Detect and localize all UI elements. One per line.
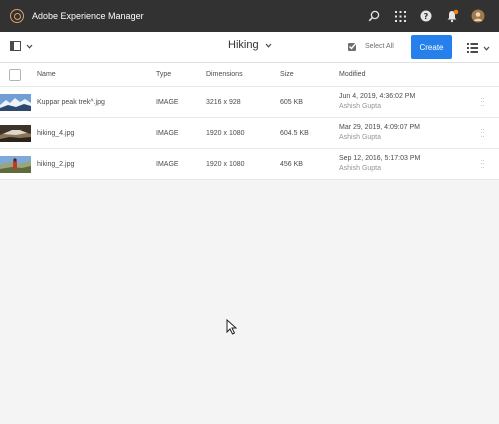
asset-thumbnail[interactable] (0, 156, 31, 173)
asset-size: 456 KB (280, 161, 303, 168)
table-row[interactable]: Kuppar peak trek^.jpg IMAGE 3216 x 928 6… (0, 87, 499, 118)
asset-name[interactable]: Kuppar peak trek^.jpg (37, 99, 105, 106)
chevron-down-icon (265, 43, 272, 48)
column-header-size[interactable]: Size (280, 71, 294, 78)
drag-handle-icon[interactable] (481, 129, 485, 138)
side-panel-icon (10, 41, 21, 51)
asset-size: 605 KB (280, 99, 303, 106)
view-switcher[interactable] (467, 43, 490, 53)
select-all-button[interactable]: Select All (347, 41, 394, 52)
asset-dimensions: 1920 x 1080 (206, 130, 245, 137)
table-row[interactable]: hiking_4.jpg IMAGE 1920 x 1080 604.5 KB … (0, 118, 499, 149)
asset-modified: Sep 12, 2016, 5:17:03 PM Ashish Gupta (339, 155, 420, 172)
chevron-down-icon (483, 46, 490, 51)
table-row[interactable]: hiking_2.jpg IMAGE 1920 x 1080 456 KB Se… (0, 149, 499, 180)
create-button[interactable]: Create (411, 35, 452, 59)
modified-by: Ashish Gupta (339, 103, 382, 110)
modified-by: Ashish Gupta (339, 165, 382, 172)
table-header: Name Type Dimensions Size Modified (0, 63, 499, 87)
asset-dimensions: 1920 x 1080 (206, 161, 245, 168)
rail-toggle-button[interactable] (10, 41, 33, 51)
modified-date: Jun 4, 2019, 4:36:02 PM (339, 93, 416, 100)
aem-logo-icon[interactable] (10, 9, 24, 23)
shell-header: Adobe Experience Manager ? (0, 0, 499, 32)
column-header-modified[interactable]: Modified (339, 71, 365, 78)
column-header-dimensions[interactable]: Dimensions (206, 71, 243, 78)
asset-modified: Mar 29, 2019, 4:09:07 PM Ashish Gupta (339, 124, 420, 141)
drag-handle-icon[interactable] (481, 98, 485, 107)
asset-size: 604.5 KB (280, 130, 309, 137)
asset-list-table: Name Type Dimensions Size Modified Kuppa… (0, 63, 499, 180)
mouse-cursor-icon (226, 319, 237, 335)
checkbox-icon (348, 42, 358, 51)
folder-title-menu[interactable]: Hiking (228, 39, 272, 51)
shell-actions: ? (361, 0, 491, 32)
chevron-down-icon (26, 44, 33, 49)
modified-date: Mar 29, 2019, 4:09:07 PM (339, 124, 420, 131)
svg-text:?: ? (424, 12, 429, 21)
asset-type: IMAGE (156, 161, 179, 168)
select-all-checkbox[interactable] (9, 69, 21, 81)
asset-type: IMAGE (156, 130, 179, 137)
app-title[interactable]: Adobe Experience Manager (32, 11, 144, 21)
search-icon[interactable] (361, 0, 387, 32)
solutions-grid-icon[interactable] (387, 0, 413, 32)
asset-dimensions: 3216 x 928 (206, 99, 241, 106)
asset-thumbnail[interactable] (0, 125, 31, 142)
notifications-icon[interactable] (439, 0, 465, 32)
drag-handle-icon[interactable] (481, 160, 485, 169)
help-icon[interactable]: ? (413, 0, 439, 32)
column-header-type[interactable]: Type (156, 71, 171, 78)
asset-type: IMAGE (156, 99, 179, 106)
asset-name[interactable]: hiking_4.jpg (37, 130, 74, 137)
select-all-label: Select All (365, 43, 394, 50)
asset-name[interactable]: hiking_2.jpg (37, 161, 74, 168)
asset-modified: Jun 4, 2019, 4:36:02 PM Ashish Gupta (339, 93, 415, 110)
column-header-name[interactable]: Name (37, 71, 56, 78)
page-title: Hiking (228, 39, 259, 51)
user-avatar-icon[interactable] (465, 0, 491, 32)
modified-date: Sep 12, 2016, 5:17:03 PM (339, 155, 421, 162)
modified-by: Ashish Gupta (339, 134, 382, 141)
asset-thumbnail[interactable] (0, 94, 31, 111)
list-view-icon (467, 43, 478, 53)
